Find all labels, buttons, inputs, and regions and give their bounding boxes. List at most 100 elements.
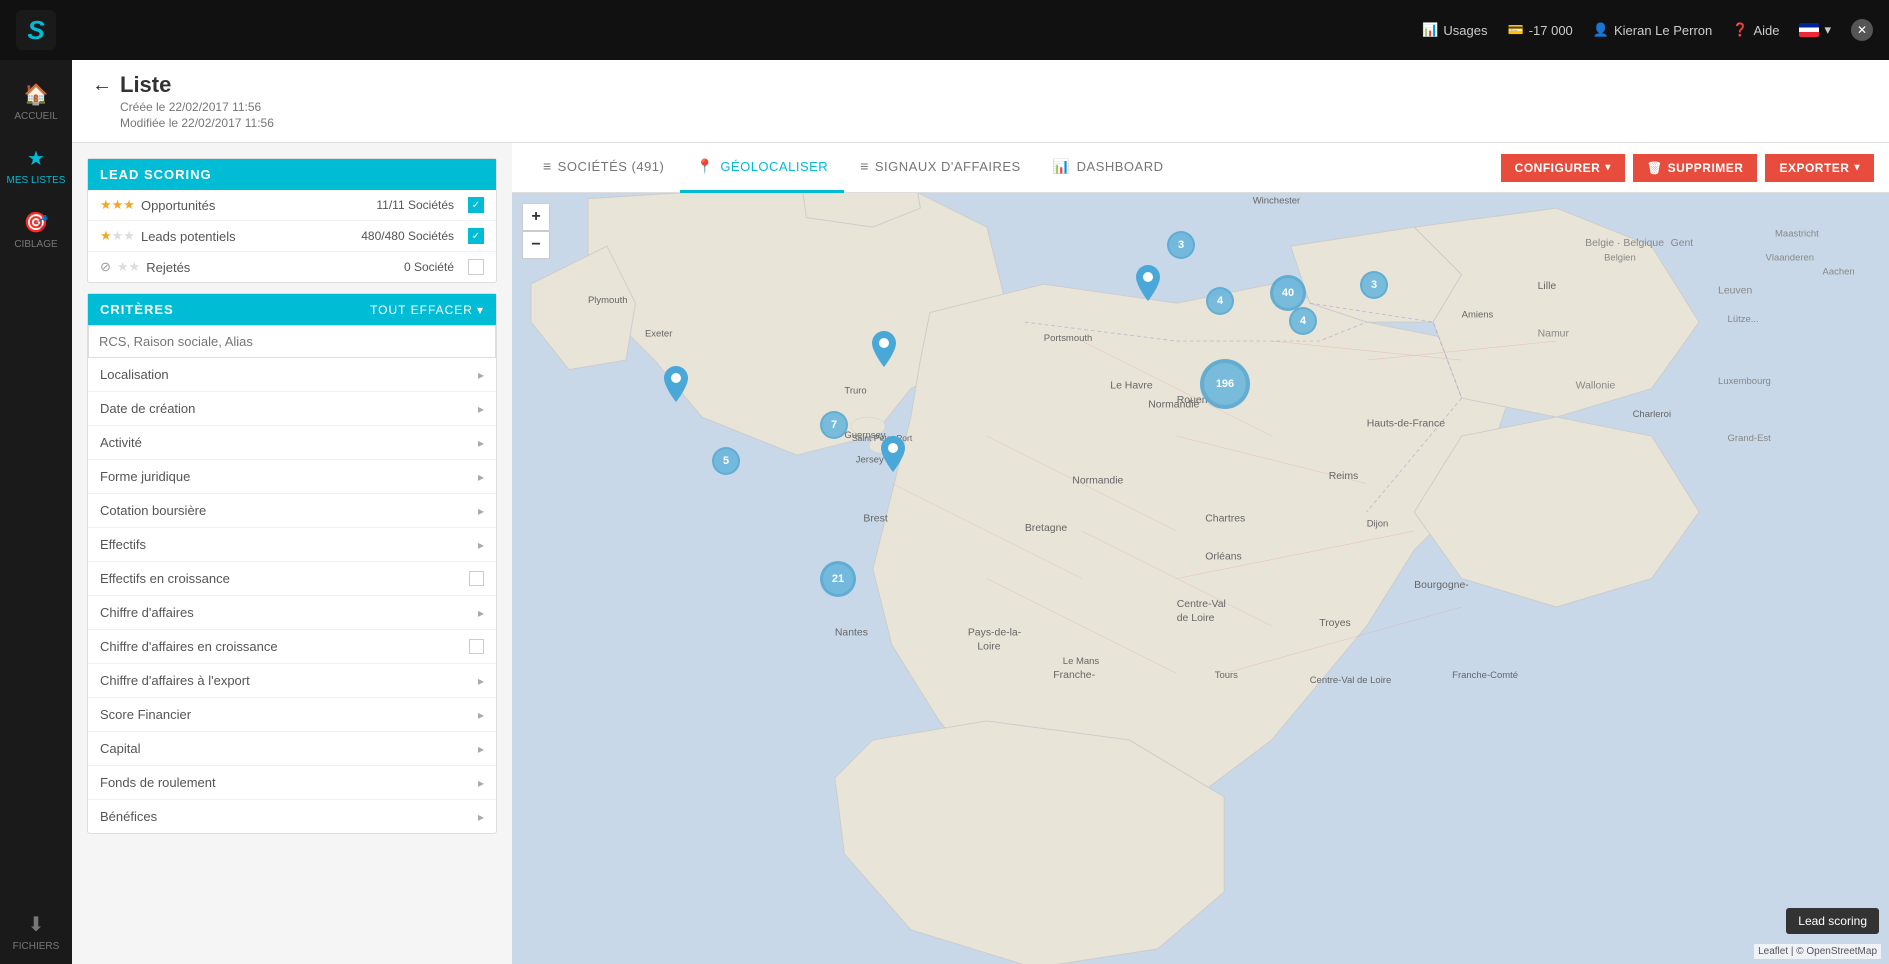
- dashboard-icon: 📊: [1053, 158, 1071, 175]
- back-button[interactable]: ←: [92, 74, 112, 97]
- criteria-label-effectifs: Effectifs: [100, 537, 146, 552]
- svg-text:Nantes: Nantes: [835, 627, 868, 638]
- zoom-in-button[interactable]: +: [522, 203, 550, 231]
- criteria-effectifs[interactable]: Effectifs ▸: [88, 528, 496, 562]
- effectifs-croissance-checkbox[interactable]: [469, 571, 484, 586]
- chevron-right-icon: ▸: [478, 368, 484, 382]
- star-icon: ★: [27, 146, 45, 171]
- search-input[interactable]: [88, 325, 496, 358]
- nav-user[interactable]: 👤 Kieran Le Perron: [1593, 22, 1712, 38]
- tout-effacer-button[interactable]: Tout effacer ▾: [370, 303, 484, 317]
- lead-count-rejetes: 0 Société: [404, 260, 454, 274]
- criteria-effectifs-croissance[interactable]: Effectifs en croissance: [88, 562, 496, 596]
- criteria-label-chiffre-affaires: Chiffre d'affaires: [100, 605, 194, 620]
- cluster-c1[interactable]: 3: [1167, 231, 1195, 259]
- tab-geolocaliser-label: GÉOLOCALISER: [720, 159, 828, 174]
- chevron-down-icon: ▾: [1824, 22, 1831, 38]
- exporter-label: EXPORTER: [1779, 161, 1849, 175]
- tab-signaux[interactable]: ≡ SIGNAUX D'AFFAIRES: [844, 143, 1037, 193]
- chevron-right-icon: ▸: [478, 436, 484, 450]
- svg-text:Belgien: Belgien: [1604, 252, 1636, 263]
- svg-text:Guernsey: Guernsey: [844, 430, 885, 441]
- logo-text: S: [27, 15, 44, 46]
- svg-text:Jersey: Jersey: [856, 455, 884, 466]
- cluster-c4[interactable]: 4: [1206, 287, 1234, 315]
- aide-label: Aide: [1753, 23, 1779, 38]
- criteria-chiffre-affaires[interactable]: Chiffre d'affaires ▸: [88, 596, 496, 630]
- sidebar-item-mes-listes[interactable]: ★ MES LISTES: [0, 134, 72, 198]
- svg-text:Grand-Est: Grand-Est: [1728, 433, 1772, 444]
- chevron-right-icon: ▸: [478, 776, 484, 790]
- lead-checkbox-potentiels[interactable]: ✓: [468, 228, 484, 244]
- criteria-forme-juridique[interactable]: Forme juridique ▸: [88, 460, 496, 494]
- cluster-c9[interactable]: 21: [820, 561, 856, 597]
- map-pin-p1[interactable]: [1136, 265, 1160, 306]
- sidebar-item-ciblage[interactable]: 🎯 CIBLAGE: [0, 198, 72, 262]
- credits-icon: 💳: [1508, 22, 1524, 38]
- close-button[interactable]: ✕: [1851, 19, 1873, 41]
- tab-geolocaliser[interactable]: 📍 GÉOLOCALISER: [680, 143, 844, 193]
- sidebar-item-accueil[interactable]: 🏠 ACCUEIL: [0, 70, 72, 134]
- criteria-activite[interactable]: Activité ▸: [88, 426, 496, 460]
- nav-usages[interactable]: 📊 Usages: [1422, 22, 1487, 38]
- chiffre-affaires-croissance-checkbox[interactable]: [469, 639, 484, 654]
- logo[interactable]: S: [16, 10, 56, 50]
- criteria-chiffre-affaires-export[interactable]: Chiffre d'affaires à l'export ▸: [88, 664, 496, 698]
- cluster-c3[interactable]: 3: [1360, 271, 1388, 299]
- cluster-c6[interactable]: 196: [1200, 359, 1250, 409]
- configurer-button[interactable]: CONFIGURER ▾: [1501, 154, 1625, 182]
- svg-text:Orléans: Orléans: [1205, 552, 1242, 563]
- tout-effacer-label: Tout effacer: [370, 303, 473, 317]
- sidebar-item-fichiers[interactable]: ⬇ FICHIERS: [0, 900, 72, 964]
- svg-text:Bretagne: Bretagne: [1025, 523, 1068, 534]
- criteria-capital[interactable]: Capital ▸: [88, 732, 496, 766]
- svg-text:Winchester: Winchester: [1253, 195, 1300, 206]
- supprimer-button[interactable]: 🗑 SUPPRIMER: [1633, 154, 1758, 182]
- lead-scoring-row-potentiels: ★★★ Leads potentiels 480/480 Sociétés ✓: [88, 221, 496, 252]
- svg-text:Wallonie: Wallonie: [1576, 381, 1616, 392]
- svg-text:Franche-Comté: Franche-Comté: [1452, 670, 1518, 681]
- usages-icon: 📊: [1422, 22, 1438, 38]
- map-container[interactable]: Southampton Salisbury Winchester Brighto…: [512, 193, 1889, 964]
- criteria-date-creation[interactable]: Date de création ▸: [88, 392, 496, 426]
- criteria-fonds-roulement[interactable]: Fonds de roulement ▸: [88, 766, 496, 800]
- tab-dashboard[interactable]: 📊 DASHBOARD: [1037, 143, 1180, 193]
- top-nav-right: 📊 Usages 💳 -17 000 👤 Kieran Le Perron ❓ …: [1422, 19, 1873, 41]
- criteria-chiffre-affaires-croissance[interactable]: Chiffre d'affaires en croissance: [88, 630, 496, 664]
- map-pin-p2[interactable]: [872, 331, 896, 372]
- lead-checkbox-opportunites[interactable]: ✓: [468, 197, 484, 213]
- list-icon: ≡: [543, 158, 552, 174]
- nav-flag[interactable]: ▾: [1799, 22, 1831, 38]
- criteria-label-chiffre-affaires-croissance: Chiffre d'affaires en croissance: [100, 639, 278, 654]
- user-icon: 👤: [1593, 22, 1609, 38]
- criteria-cotation-boursiere[interactable]: Cotation boursière ▸: [88, 494, 496, 528]
- svg-text:Le Mans: Le Mans: [1063, 656, 1100, 667]
- lead-checkbox-rejetes[interactable]: [468, 259, 484, 275]
- svg-text:Exeter: Exeter: [645, 328, 672, 339]
- user-label: Kieran Le Perron: [1614, 23, 1712, 38]
- cluster-c8[interactable]: 5: [712, 447, 740, 475]
- lead-label-rejetes: Rejetés: [146, 260, 398, 275]
- cluster-c7[interactable]: 7: [820, 411, 848, 439]
- target-icon: 🎯: [24, 210, 49, 235]
- cluster-c2[interactable]: 40: [1270, 275, 1306, 311]
- lead-scoring-tooltip: Lead scoring: [1786, 908, 1879, 934]
- chevron-down-icon: ▾: [1854, 162, 1860, 173]
- map-pin-p4[interactable]: [881, 436, 905, 477]
- signaux-icon: ≡: [860, 158, 869, 174]
- criteria-benefices[interactable]: Bénéfices ▸: [88, 800, 496, 833]
- zoom-out-button[interactable]: −: [522, 231, 550, 259]
- criteria-score-financier[interactable]: Score Financier ▸: [88, 698, 496, 732]
- exporter-button[interactable]: EXPORTER ▾: [1765, 154, 1874, 182]
- tab-societes[interactable]: ≡ SOCIÉTÉS (491): [527, 143, 680, 193]
- stars-potentiels: ★★★: [100, 228, 135, 244]
- cluster-c5[interactable]: 4: [1289, 307, 1317, 335]
- svg-text:Normandie: Normandie: [1072, 476, 1123, 487]
- supprimer-label: SUPPRIMER: [1668, 161, 1744, 175]
- page-title: Liste: [120, 72, 171, 98]
- nav-credits[interactable]: 💳 -17 000: [1508, 22, 1573, 38]
- criteria-localisation[interactable]: Localisation ▸: [88, 358, 496, 392]
- disabled-icon: ⊘: [100, 259, 111, 275]
- map-pin-p3[interactable]: [664, 366, 688, 407]
- nav-aide[interactable]: ❓ Aide: [1732, 22, 1779, 38]
